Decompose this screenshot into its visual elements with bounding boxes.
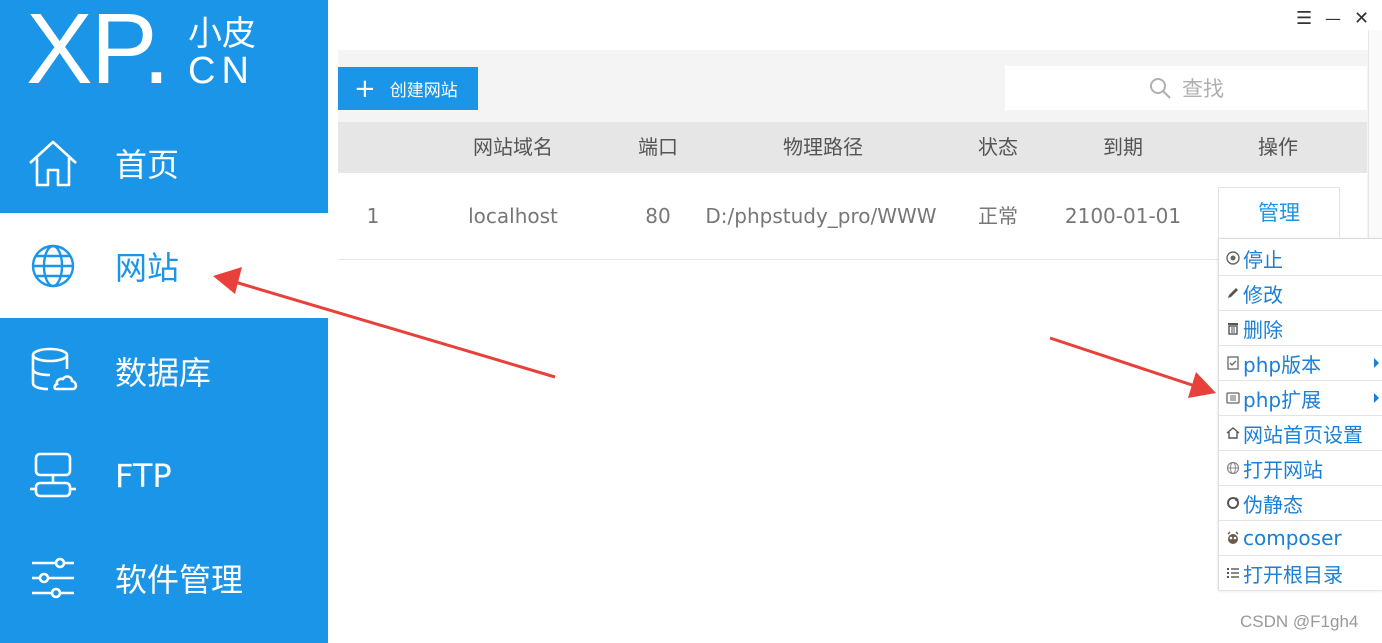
menu-item-php-extension[interactable]: php扩展	[1219, 381, 1382, 416]
logo-mark: XP.	[26, 0, 170, 105]
menu-item-composer[interactable]: composer	[1219, 521, 1382, 556]
sidebar-item-label: 数据库	[115, 353, 212, 392]
column-header-expiry: 到期	[1103, 135, 1143, 159]
menu-item-open-website[interactable]: 打开网站	[1219, 451, 1382, 486]
home-small-icon	[1226, 427, 1240, 439]
php-version-icon	[1227, 356, 1239, 370]
column-header-status: 状态	[978, 135, 1018, 159]
row-path: D:/phpstudy_pro/WWW	[705, 204, 937, 228]
app-window: XP. 小皮 CN 首页 网站 数据库 FTP 软件管理 ☰ — ✕ + 创建网…	[0, 0, 1382, 643]
globe-icon	[31, 244, 75, 287]
php-extension-icon	[1226, 392, 1240, 404]
globe-small-icon	[1226, 461, 1240, 475]
list-icon	[1227, 568, 1239, 578]
stop-icon	[1226, 251, 1240, 265]
context-menu: 停止 修改 删除 php版本 php扩展 网站首页设置 打开网站 伪静态 com…	[1218, 238, 1382, 591]
search-input[interactable]: 查找	[1005, 66, 1367, 110]
edit-icon	[1228, 288, 1238, 298]
sidebar-item-database[interactable]: 数据库	[0, 318, 328, 423]
menu-item-label: 停止	[1243, 247, 1283, 272]
sidebar-item-ftp[interactable]: FTP	[0, 423, 328, 528]
window-edge	[1368, 30, 1382, 240]
database-icon	[31, 347, 78, 390]
column-header-domain: 网站域名	[473, 135, 553, 159]
sidebar-item-label: FTP	[115, 456, 172, 495]
menu-item-stop[interactable]: 停止	[1219, 241, 1382, 276]
logo: XP. 小皮 CN	[0, 0, 328, 110]
search-placeholder: 查找	[1182, 77, 1224, 101]
table-header: 网站域名 端口 物理路径 状态 到期 操作	[338, 122, 1367, 173]
menu-item-label: 删除	[1243, 317, 1283, 342]
column-header-action: 操作	[1258, 135, 1298, 159]
table-body-area	[338, 260, 1368, 643]
table-row[interactable]: 1 localhost 80 D:/phpstudy_pro/WWW 正常 21…	[338, 173, 1367, 260]
menu-item-label: 打开网站	[1243, 457, 1323, 482]
menu-item-label: 修改	[1243, 282, 1283, 307]
submenu-arrow-icon	[1374, 358, 1379, 368]
logo-text-top: 小皮	[188, 14, 256, 54]
watermark: CSDN @F1gh4	[1240, 612, 1359, 631]
menu-item-php-version[interactable]: php版本	[1219, 346, 1382, 381]
sidebar-item-label: 首页	[115, 145, 180, 184]
refresh-icon	[1227, 497, 1239, 509]
menu-item-label: 打开根目录	[1243, 562, 1343, 587]
column-header-path: 物理路径	[783, 135, 863, 159]
create-website-label: 创建网站	[389, 81, 458, 101]
menu-item-label: 伪静态	[1243, 492, 1303, 517]
sidebar-item-home[interactable]: 首页	[0, 110, 328, 215]
row-index: 1	[366, 204, 380, 228]
trash-icon	[1228, 323, 1238, 335]
composer-icon	[1227, 531, 1239, 544]
sidebar-item-label: 软件管理	[115, 560, 244, 599]
menu-item-homepage-settings[interactable]: 网站首页设置	[1219, 416, 1382, 451]
row-domain: localhost	[468, 204, 558, 228]
ftp-icon	[30, 452, 76, 497]
sliders-icon	[32, 557, 74, 598]
manage-button[interactable]: 管理	[1218, 187, 1340, 239]
menu-item-open-root[interactable]: 打开根目录	[1219, 556, 1382, 591]
menu-item-delete[interactable]: 删除	[1219, 311, 1382, 346]
column-header-port: 端口	[638, 135, 678, 159]
sidebar-item-website[interactable]: 网站	[0, 213, 328, 318]
menu-item-label: composer	[1243, 526, 1342, 550]
create-website-button[interactable]: + 创建网站	[338, 67, 478, 110]
home-icon	[29, 140, 77, 186]
sidebar-item-label: 网站	[115, 248, 180, 287]
row-expiry: 2100-01-01	[1064, 204, 1182, 228]
submenu-arrow-icon	[1374, 393, 1379, 403]
search-icon	[1150, 78, 1171, 99]
menu-item-rewrite[interactable]: 伪静态	[1219, 486, 1382, 521]
plus-icon: +	[354, 73, 376, 104]
row-status: 正常	[978, 204, 1018, 228]
menu-item-edit[interactable]: 修改	[1219, 276, 1382, 311]
menu-item-label: php版本	[1243, 352, 1322, 377]
sidebar: XP. 小皮 CN 首页 网站 数据库 FTP 软件管理	[0, 0, 328, 643]
menu-item-label: php扩展	[1243, 387, 1322, 412]
logo-text-bottom: CN	[188, 50, 255, 92]
row-port: 80	[645, 204, 671, 228]
menu-item-label: 网站首页设置	[1243, 422, 1363, 447]
sidebar-item-software[interactable]: 软件管理	[0, 525, 328, 630]
